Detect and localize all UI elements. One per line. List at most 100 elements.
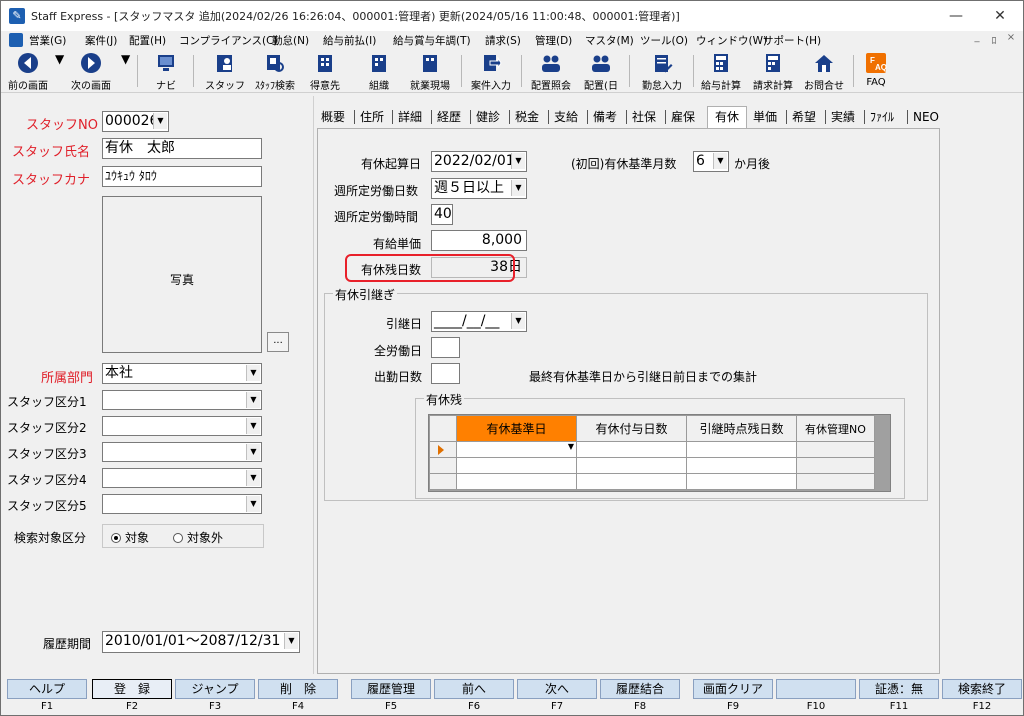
unit-price-field[interactable]: 8,000 — [431, 230, 527, 251]
base-month-select[interactable]: 6 ▼ — [693, 151, 729, 172]
menu-compliance[interactable]: コンプライアンス(C) — [179, 33, 278, 48]
menu-sales[interactable]: 営業(G) — [29, 33, 66, 48]
staff-category3-select[interactable]: ▼ — [102, 442, 262, 462]
menu-billing[interactable]: 請求(S) — [485, 33, 521, 48]
attendance-input-button[interactable]: 勤怠入力 — [637, 52, 687, 92]
tab-paid-leave[interactable]: 有休 — [707, 106, 747, 128]
f10-button[interactable]: F10 — [776, 679, 856, 712]
mdi-minimize-button[interactable]: _ — [969, 32, 985, 47]
photo-browse-button[interactable]: ... — [267, 332, 289, 352]
grid-cell-base-date[interactable]: ▼ — [456, 441, 577, 458]
menu-prepay[interactable]: 給与前払(I) — [323, 33, 376, 48]
tab-detail[interactable]: 詳細 — [398, 107, 422, 128]
menu-admin[interactable]: 管理(D) — [535, 33, 572, 48]
search-target-on-radio[interactable]: 対象 — [111, 529, 149, 546]
f1-help-button[interactable]: ヘルプ F1 — [7, 679, 87, 712]
menu-attendance[interactable]: 勤怠(N) — [272, 33, 309, 48]
row-pointer[interactable] — [429, 441, 457, 458]
staff-category4-select[interactable]: ▼ — [102, 468, 262, 488]
column-header-granted-days[interactable]: 有休付与日数 — [576, 415, 687, 442]
tab-notes[interactable]: 備考 — [593, 107, 617, 128]
staff-category1-select[interactable]: ▼ — [102, 390, 262, 410]
grid-cell-remaining[interactable] — [686, 441, 797, 458]
carryover-date-field[interactable]: ____/__/__ ▼ — [431, 311, 527, 332]
menu-master[interactable]: マスタ(M) — [585, 33, 634, 48]
f4-delete-button[interactable]: 削 除 F4 — [258, 679, 338, 712]
staff-name-field[interactable]: 有休 太郎 — [102, 138, 262, 159]
staff-button[interactable]: スタッフ — [205, 52, 245, 92]
staff-search-button[interactable]: ｽﾀｯﾌ検索 — [251, 52, 299, 92]
f9-clear-button[interactable]: 画面クリア F9 — [693, 679, 773, 712]
department-select[interactable]: 本社 ▼ — [102, 363, 262, 384]
assignment-day-button[interactable]: 配置(日 — [581, 52, 621, 92]
weekly-days-select[interactable]: 週５日以上 ▼ — [431, 178, 527, 199]
f7-next-button[interactable]: 次へ F7 — [517, 679, 597, 712]
maximize-button[interactable] — [936, 1, 982, 31]
menu-tools[interactable]: ツール(O) — [640, 33, 688, 48]
tab-tax[interactable]: 税金 — [515, 107, 539, 128]
attend-days-field[interactable] — [431, 363, 460, 384]
payroll-calc-button[interactable]: 給与計算 — [697, 52, 745, 92]
billing-calc-button[interactable]: 請求計算 — [749, 52, 797, 92]
f12-end-search-button[interactable]: 検索終了 F12 — [942, 679, 1022, 712]
full-workdays-field[interactable] — [431, 337, 460, 358]
navi-button[interactable]: ナビ — [149, 52, 183, 92]
next-screen-button[interactable]: 次の画面 — [67, 52, 115, 92]
prev-dropdown-arrow[interactable]: ▼ — [55, 52, 64, 92]
menu-payroll[interactable]: 給与賞与年調(T) — [393, 33, 471, 48]
menu-window[interactable]: ウィンドウ(W) — [696, 33, 767, 48]
tab-health-check[interactable]: 健診 — [476, 107, 500, 128]
photo-label: 写真 — [169, 273, 194, 287]
inquiry-button[interactable]: お問合せ — [801, 52, 847, 92]
faq-button[interactable]: F AQ FAQ — [859, 52, 893, 92]
column-header-remaining-at-carryover[interactable]: 引継時点残日数 — [686, 415, 797, 442]
column-header-base-date[interactable]: 有休基準日 — [456, 415, 577, 442]
job-input-button[interactable]: 案件入力 — [467, 52, 515, 92]
mdi-close-button[interactable]: × — [1003, 32, 1019, 47]
f2-register-button[interactable]: 登 録 F2 — [92, 679, 172, 712]
grid-cell-granted-days[interactable] — [576, 441, 687, 458]
monitor-icon — [158, 55, 174, 71]
f3-jump-button[interactable]: ジャンプ F3 — [175, 679, 255, 712]
search-target-off-radio[interactable]: 対象外 — [173, 529, 223, 546]
f8-history-merge-button[interactable]: 履歴結合 F8 — [600, 679, 680, 712]
tab-files[interactable]: ﾌｧｲﾙ — [870, 107, 894, 128]
tab-overview[interactable]: 概要 — [321, 107, 345, 128]
tab-neo[interactable]: NEO — [913, 107, 939, 128]
tab-results[interactable]: 実績 — [831, 107, 855, 128]
column-header-leave-management-no[interactable]: 有休管理NO — [796, 415, 875, 442]
close-button[interactable]: ✕ — [977, 1, 1023, 31]
next-dropdown-arrow[interactable]: ▼ — [121, 52, 130, 92]
tab-unit-price[interactable]: 単価 — [753, 107, 777, 128]
prev-screen-button[interactable]: 前の画面 — [5, 52, 51, 92]
history-period-select[interactable]: 2010/01/01～2087/12/31 ▼ — [102, 631, 300, 653]
organization-button[interactable]: 組織 — [361, 52, 397, 92]
document-icon — [9, 33, 23, 47]
f5-history-button[interactable]: 履歴管理 F5 — [351, 679, 431, 712]
f6-prev-button[interactable]: 前へ F6 — [434, 679, 514, 712]
calculator-icon — [714, 54, 728, 72]
menu-jobs[interactable]: 案件(J) — [85, 33, 117, 48]
tab-employment-insurance[interactable]: 雇保 — [671, 107, 695, 128]
tab-career[interactable]: 経歴 — [437, 107, 461, 128]
menu-support[interactable]: サポート(H) — [763, 33, 821, 48]
staff-kana-field[interactable]: ﾕｳｷｭｳ ﾀﾛｳ — [102, 166, 262, 187]
pointer-arrow-icon — [438, 445, 444, 455]
search-target-label: 検索対象区分 — [14, 531, 87, 545]
mdi-restore-button[interactable]: ﾛ — [986, 32, 1002, 47]
tab-wishes[interactable]: 希望 — [792, 107, 816, 128]
tab-address[interactable]: 住所 — [360, 107, 384, 128]
work-site-button[interactable]: 就業現場 — [405, 52, 455, 92]
staff-category2-select[interactable]: ▼ — [102, 416, 262, 436]
menu-assign[interactable]: 配置(H) — [129, 33, 166, 48]
tab-social-insurance[interactable]: 社保 — [632, 107, 656, 128]
f11-voucher-button[interactable]: 証憑：無 F11 — [859, 679, 939, 712]
staff-category5-select[interactable]: ▼ — [102, 494, 262, 514]
weekly-hours-field[interactable]: 40 — [431, 204, 453, 225]
customer-button[interactable]: 得意先 — [305, 52, 345, 92]
leave-start-date-field[interactable]: 2022/02/01 ▼ — [431, 151, 527, 172]
tab-payment[interactable]: 支給 — [554, 107, 578, 128]
panel-divider — [313, 96, 314, 674]
assignment-inquiry-button[interactable]: 配置照会 — [527, 52, 575, 92]
staff-no-select[interactable]: 000026 ▼ — [102, 111, 169, 132]
